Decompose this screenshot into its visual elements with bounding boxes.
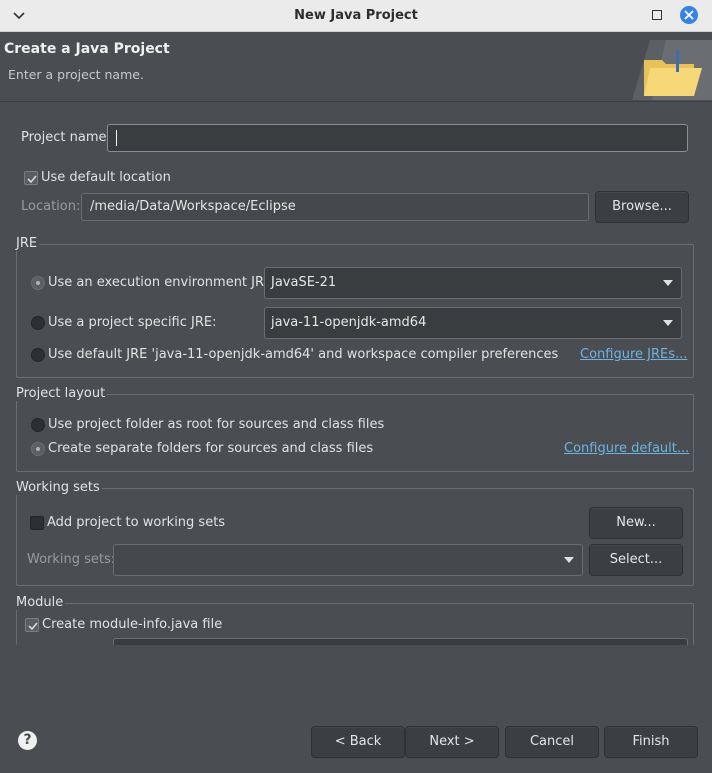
use-default-location-checkbox[interactable]	[24, 171, 38, 185]
jre-env-value: JavaSE-21	[271, 275, 337, 290]
layout-separate-radio[interactable]	[31, 442, 45, 456]
jre-env-select[interactable]: JavaSE-21	[264, 267, 682, 299]
project-layout-group-label: Project layout	[16, 386, 108, 401]
layout-root-label: Use project folder as root for sources a…	[48, 417, 385, 432]
project-layout-group	[16, 394, 694, 472]
text-caret	[116, 129, 117, 146]
add-to-working-sets-label: Add project to working sets	[47, 515, 226, 530]
project-name-input[interactable]	[107, 124, 688, 152]
back-button[interactable]: < Back	[311, 726, 405, 758]
jre-group-label: JRE	[16, 236, 40, 251]
folder-banner-icon	[632, 40, 712, 100]
cancel-button[interactable]: Cancel	[505, 726, 599, 758]
jre-specific-select[interactable]: java-11-openjdk-amd64	[264, 307, 682, 339]
jre-default-label: Use default JRE 'java-11-openjdk-amd64' …	[48, 347, 559, 362]
working-sets-select[interactable]	[113, 544, 583, 576]
title-bar: New Java Project	[0, 0, 712, 32]
select-working-sets-button[interactable]: Select...	[589, 544, 683, 576]
layout-root-radio[interactable]	[31, 418, 45, 432]
jre-env-radio[interactable]	[31, 276, 45, 290]
next-button[interactable]: Next >	[405, 726, 499, 758]
finish-button[interactable]: Finish	[604, 726, 698, 758]
configure-jres-link[interactable]: Configure JREs...	[580, 347, 687, 362]
window-title: New Java Project	[294, 8, 418, 23]
working-sets-group-label: Working sets	[16, 480, 102, 495]
dropdown-arrow-icon	[564, 557, 574, 563]
create-module-info-checkbox[interactable]	[25, 618, 39, 632]
add-to-working-sets-checkbox[interactable]	[30, 516, 44, 530]
location-label: Location:	[21, 199, 81, 214]
header-divider	[0, 101, 712, 102]
configure-default-link[interactable]: Configure default...	[564, 441, 689, 456]
working-sets-label: Working sets:	[27, 552, 116, 567]
maximize-icon[interactable]	[652, 10, 662, 20]
checkmark-icon	[28, 622, 38, 631]
use-default-location-label: Use default location	[41, 170, 171, 185]
help-icon: ?	[23, 732, 32, 748]
module-group-label: Module	[16, 595, 66, 610]
dropdown-arrow-icon	[663, 280, 673, 286]
jre-default-radio[interactable]	[31, 348, 45, 362]
page-subtitle: Enter a project name.	[8, 67, 144, 82]
jre-env-label: Use an execution environment JRE:	[48, 275, 277, 290]
layout-separate-label: Create separate folders for sources and …	[48, 441, 374, 456]
jre-specific-radio[interactable]	[31, 316, 45, 330]
scroll-clip-edge	[0, 645, 712, 646]
wizard-header: Create a Java Project Enter a project na…	[0, 33, 712, 101]
close-icon	[684, 10, 694, 20]
page-title: Create a Java Project	[4, 41, 170, 57]
checkmark-icon	[27, 175, 37, 184]
dropdown-arrow-icon	[663, 320, 673, 326]
location-input[interactable]: /media/Data/Workspace/Eclipse	[81, 193, 589, 221]
module-name-input[interactable]	[113, 638, 688, 645]
create-module-info-label: Create module-info.java file	[42, 617, 223, 632]
new-working-set-button[interactable]: New...	[589, 507, 683, 539]
jre-specific-label: Use a project specific JRE:	[48, 315, 217, 330]
close-button[interactable]	[680, 6, 698, 24]
help-button[interactable]: ?	[18, 731, 37, 750]
jre-specific-value: java-11-openjdk-amd64	[271, 315, 427, 330]
browse-button[interactable]: Browse...	[595, 191, 689, 223]
project-name-label: Project name:	[21, 130, 111, 145]
